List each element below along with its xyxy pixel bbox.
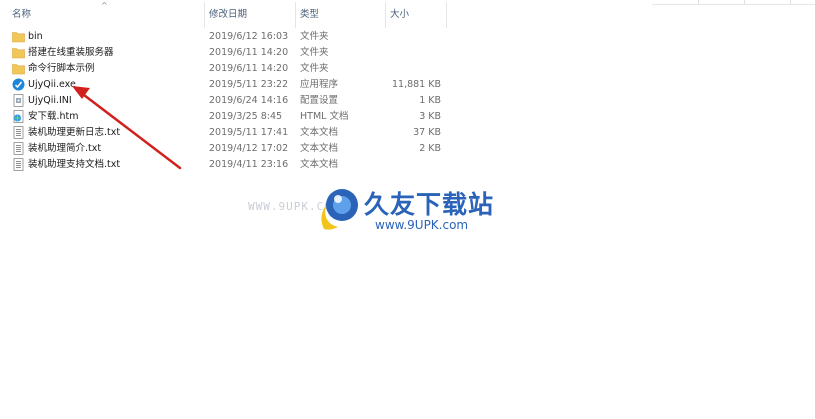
watermark-url: www.9UPK.com (375, 218, 469, 232)
watermark-title: 久友下载站 (364, 190, 495, 219)
arrow-shaft (78, 90, 182, 170)
watermark-logo-icon (321, 189, 358, 230)
watermark: WWW.9UPK.COM 久友下载站 www.9UPK.com (248, 178, 528, 248)
